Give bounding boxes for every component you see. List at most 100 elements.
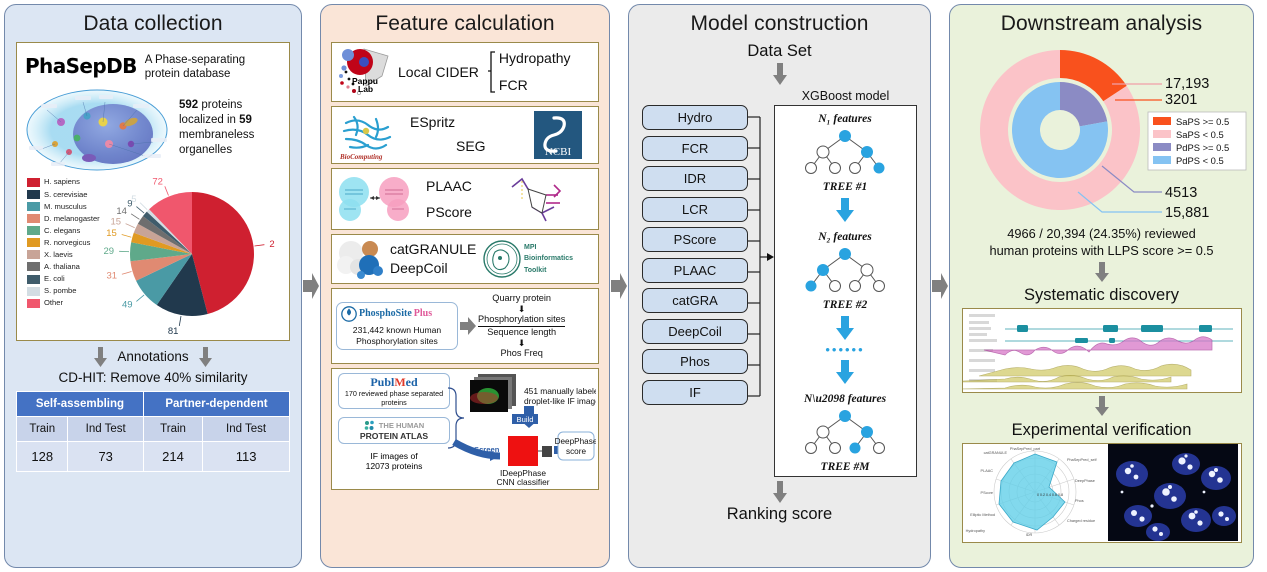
svg-text:droplet-like IF images: droplet-like IF images: [524, 396, 596, 406]
feature-box-catgra[interactable]: catGRA: [642, 288, 748, 313]
feature-hydropathy: Hydropathy: [498, 50, 571, 67]
down-arrow-icon: [772, 481, 787, 503]
pie-leader-line: [139, 202, 148, 210]
ranking-score-label: Ranking score: [726, 505, 833, 523]
connector-arrow-3: [931, 0, 949, 572]
feature-box-lcr[interactable]: LCR: [642, 196, 748, 222]
legend-swatch: [27, 189, 40, 199]
pubmed-box: PublMed 170 reviewed phase separated pro…: [338, 373, 450, 410]
legend-swatch: [27, 274, 40, 284]
protein-structure-icon: [511, 177, 562, 222]
table-cell: 128: [15, 440, 69, 472]
localcider-label: Local CIDER: [398, 63, 479, 80]
table-group-header: Self-assembling: [16, 390, 144, 417]
species-pie-chart: H. sapiens S. cerevisiae M. musculus D. …: [25, 174, 281, 334]
phosphosite-box: PhosphoSite Plus 231,442 known Human Phos…: [336, 301, 458, 351]
pie-label: 15: [110, 216, 121, 227]
pie-label: 15: [106, 228, 117, 239]
phosphosite-icon: [341, 305, 357, 322]
svg-text:catGRANULE: catGRANULE: [983, 451, 1007, 455]
dataset-label: Data Set: [747, 42, 812, 60]
connector-arrow-1: [302, 0, 320, 572]
feature-box-plaac[interactable]: PLAAC: [642, 257, 748, 283]
flow-step: Sequence length: [487, 327, 557, 337]
table-subheader-row: Train Ind Test Train Ind Test: [15, 415, 290, 442]
donut-svg: 17,193 3201 4513 15,881 SaPS >= 0.5 SaPS…: [979, 50, 1246, 221]
legend-item: A. thaliana: [27, 262, 100, 272]
svg-text:PdPS < 0.5: PdPS < 0.5: [1176, 155, 1224, 166]
panel-title-model-construction: Model construction: [690, 12, 869, 35]
table-subheader: Ind Test: [67, 415, 144, 442]
svg-text:TREE #M: TREE #M: [821, 461, 871, 473]
phasepdb-description: A Phase-separating protein database: [144, 54, 246, 81]
pie-label: 72: [152, 176, 163, 187]
down-arrow-icon: [1094, 261, 1109, 282]
feature-list: Hydro FCR IDR LCR PScore PLAAC catGRA De…: [642, 87, 748, 477]
legend-item: S. pombe: [27, 286, 100, 296]
legend-item: Other: [27, 298, 100, 308]
deepcoil-label: DeepCoil: [390, 260, 448, 276]
pie-legend: H. sapiens S. cerevisiae M. musculus D. …: [25, 174, 100, 334]
card-pubmed-hpa: PublMed 170 reviewed phase separated pro…: [331, 368, 599, 490]
feature-box-deepcoil[interactable]: DeepCoil: [642, 318, 748, 344]
legend-swatch: [27, 201, 40, 211]
radar-chart: 0 0.2 0.4 0.6 0.8 PhaSepPred_part PhaSep…: [965, 447, 1097, 537]
feature-box-phos[interactable]: Phos: [642, 349, 748, 374]
svg-text:DeepPhase: DeepPhase: [555, 437, 596, 446]
pie-leader-line: [135, 206, 145, 214]
xgboost-model: XGBoost model N₁ features TREE #1 N₂ fea…: [774, 87, 917, 477]
legend-swatch: [27, 177, 40, 187]
phase-separation-illustration: [339, 177, 409, 221]
table-cell: 113: [202, 440, 290, 472]
legend-item: S. cerevisiae: [27, 189, 100, 199]
legend-swatch: [27, 250, 40, 260]
svg-text:0 0.2 0.4 0.6 0.8: 0 0.2 0.4 0.6 0.8: [1037, 493, 1063, 497]
feature-fcr: FCR: [498, 77, 528, 93]
feature-box-if[interactable]: IF: [642, 379, 748, 405]
table-row: 128 73 214 113: [15, 440, 290, 472]
catgranule-label: catGRANULE: [390, 241, 477, 258]
legend-item: C. elegans: [27, 226, 100, 236]
ncbi-logo: NCBI: [534, 111, 582, 159]
legend-item: X. laevis: [27, 250, 100, 260]
legend-item: E. coli: [27, 274, 100, 284]
table-subheader: Train: [142, 415, 204, 442]
pie-label: 5: [131, 194, 136, 205]
svg-text:PScore: PScore: [980, 491, 992, 495]
hpa-logo-protein-atlas: PROTEIN ATLAS: [359, 431, 429, 441]
pie-label: 49: [122, 299, 133, 310]
pie-leader-line: [121, 233, 132, 238]
feature-box-pscore[interactable]: PScore: [642, 227, 748, 252]
svg-text:PdPS >= 0.5: PdPS >= 0.5: [1176, 142, 1229, 153]
cell-illustration: [26, 89, 168, 171]
phosphosite-caption: 231,442 known Human Phosphorylation site…: [352, 324, 442, 346]
panel-title-downstream-analysis: Downstream analysis: [1000, 12, 1203, 35]
callout-17193: 17,193: [1165, 76, 1209, 92]
pie-leader-line: [121, 270, 132, 275]
flow-step: Phos Freq: [500, 348, 543, 359]
hpa-logo-the-human: THE HUMAN: [378, 421, 425, 430]
table-cell: 214: [142, 440, 204, 472]
svg-text:••••••: ••••••: [825, 342, 864, 357]
feature-box-hydro[interactable]: Hydro: [642, 105, 748, 130]
hpa-icon: [364, 420, 374, 430]
svg-text:451 manually labeled: 451 manually labeled: [524, 386, 596, 396]
llps-caption: 4966 / 20,394 (24.35%) reviewed human pr…: [989, 226, 1214, 259]
svg-text:PhaSepPred_part: PhaSepPred_part: [1009, 447, 1040, 451]
svg-text:TREE #1: TREE #1: [823, 181, 867, 193]
pie-label: 31: [106, 270, 117, 281]
pie-leader-line: [130, 213, 140, 220]
espritz-label: ESpritz: [410, 114, 456, 130]
svg-text:BioComputing: BioComputing: [339, 153, 383, 161]
down-arrow-icon: ⬇: [517, 303, 526, 314]
hpa-caption: IF images of 12073 proteins: [365, 451, 423, 472]
feature-box-fcr[interactable]: FCR: [642, 135, 748, 161]
mpi-toolkit-label: MPI Bioinformatics Toolkit: [524, 244, 574, 274]
phos-flow: Quarry protein ⬇ Phosphorylation sites S…: [478, 293, 566, 360]
experimental-card: 0 0.2 0.4 0.6 0.8 PhaSepPred_part PhaSep…: [961, 442, 1242, 543]
feature-box-idr[interactable]: IDR: [642, 166, 748, 191]
flow-step: Phosphorylation sites: [478, 314, 566, 327]
fluorescence-microscopy-image: [1107, 443, 1238, 541]
pie-leader-line: [164, 185, 169, 196]
pie-label: 29: [103, 246, 114, 257]
